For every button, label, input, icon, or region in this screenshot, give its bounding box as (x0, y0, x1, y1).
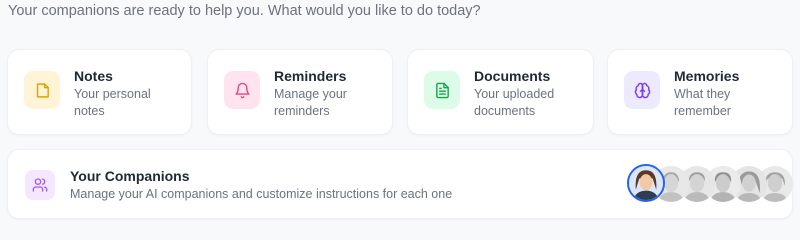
companions-icon-tile (25, 170, 55, 200)
documents-description: Your uploaded documents (474, 87, 555, 118)
intro-text: Your companions are ready to help you. W… (8, 3, 481, 19)
notes-description: Your personal notes (74, 87, 151, 118)
documents-title: Documents (474, 68, 551, 84)
memories-card[interactable]: Memories What they remember (607, 49, 793, 135)
feature-cards: Notes Your personal notes Reminders Mana… (7, 49, 793, 135)
document-icon (435, 82, 449, 98)
notes-icon-tile (24, 71, 60, 109)
companions-title: Your Companions (70, 168, 190, 184)
users-icon (32, 178, 48, 192)
reminders-title: Reminders (274, 68, 347, 84)
companions-description: Manage your AI companions and customize … (70, 187, 453, 201)
reminders-icon-tile (224, 71, 260, 109)
companion-avatar-stack (627, 164, 793, 204)
memories-description: What they remember (674, 87, 731, 118)
your-companions-card[interactable]: Your Companions Manage your AI companion… (7, 149, 793, 219)
reminders-description: Manage your reminders (274, 87, 347, 118)
documents-icon-tile (424, 71, 460, 109)
notes-card[interactable]: Notes Your personal notes (7, 49, 192, 135)
bell-icon (234, 82, 250, 98)
brain-icon (634, 82, 650, 98)
companion-avatar-1-selected[interactable] (627, 164, 665, 202)
note-icon (36, 82, 49, 98)
memories-title: Memories (674, 68, 740, 84)
reminders-card[interactable]: Reminders Manage your reminders (207, 49, 393, 135)
notes-title: Notes (74, 68, 113, 84)
memories-icon-tile (624, 71, 660, 109)
person-icon (629, 166, 663, 200)
documents-card[interactable]: Documents Your uploaded documents (407, 49, 594, 135)
